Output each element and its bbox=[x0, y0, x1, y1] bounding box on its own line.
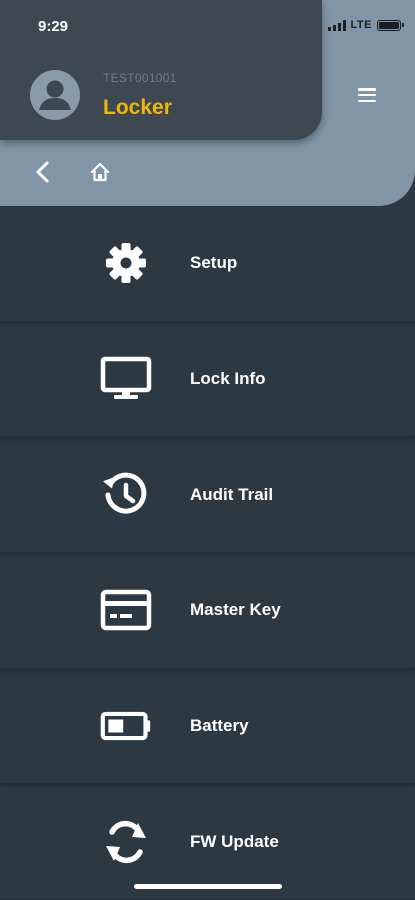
chevron-left-icon[interactable] bbox=[33, 160, 53, 184]
menu-item-label: Battery bbox=[190, 716, 249, 736]
menu-list: Setup Lock Info Audit Trail Master Key B… bbox=[0, 206, 415, 900]
battery-icon bbox=[100, 700, 152, 752]
device-header: 9:29 TEST001001 Locker bbox=[0, 0, 322, 140]
status-indicators: LTE bbox=[327, 19, 404, 31]
menu-item-battery[interactable]: Battery bbox=[0, 669, 415, 785]
battery-status-icon bbox=[377, 19, 404, 31]
signal-icon bbox=[327, 19, 346, 31]
status-time: 9:29 bbox=[38, 18, 69, 35]
hamburger-menu-icon[interactable] bbox=[356, 86, 378, 104]
sync-icon bbox=[100, 816, 152, 868]
gear-icon bbox=[100, 237, 152, 289]
card-icon bbox=[100, 584, 152, 636]
monitor-icon bbox=[100, 353, 152, 405]
menu-item-setup[interactable]: Setup bbox=[0, 206, 415, 322]
menu-item-label: FW Update bbox=[190, 831, 279, 851]
menu-item-fw-update[interactable]: FW Update bbox=[0, 784, 415, 900]
home-icon[interactable] bbox=[89, 161, 111, 183]
menu-item-label: Setup bbox=[190, 253, 238, 273]
menu-item-master-key[interactable]: Master Key bbox=[0, 553, 415, 669]
avatar bbox=[30, 70, 80, 120]
history-icon bbox=[100, 469, 152, 521]
device-name: Locker bbox=[103, 96, 172, 119]
menu-item-label: Master Key bbox=[190, 600, 281, 620]
menu-item-lock-info[interactable]: Lock Info bbox=[0, 322, 415, 438]
menu-item-label: Lock Info bbox=[190, 369, 266, 389]
network-label: LTE bbox=[350, 19, 372, 31]
device-id: TEST001001 bbox=[103, 71, 177, 85]
home-indicator[interactable] bbox=[134, 884, 282, 889]
menu-item-audit-trail[interactable]: Audit Trail bbox=[0, 437, 415, 554]
menu-item-label: Audit Trail bbox=[190, 484, 274, 504]
